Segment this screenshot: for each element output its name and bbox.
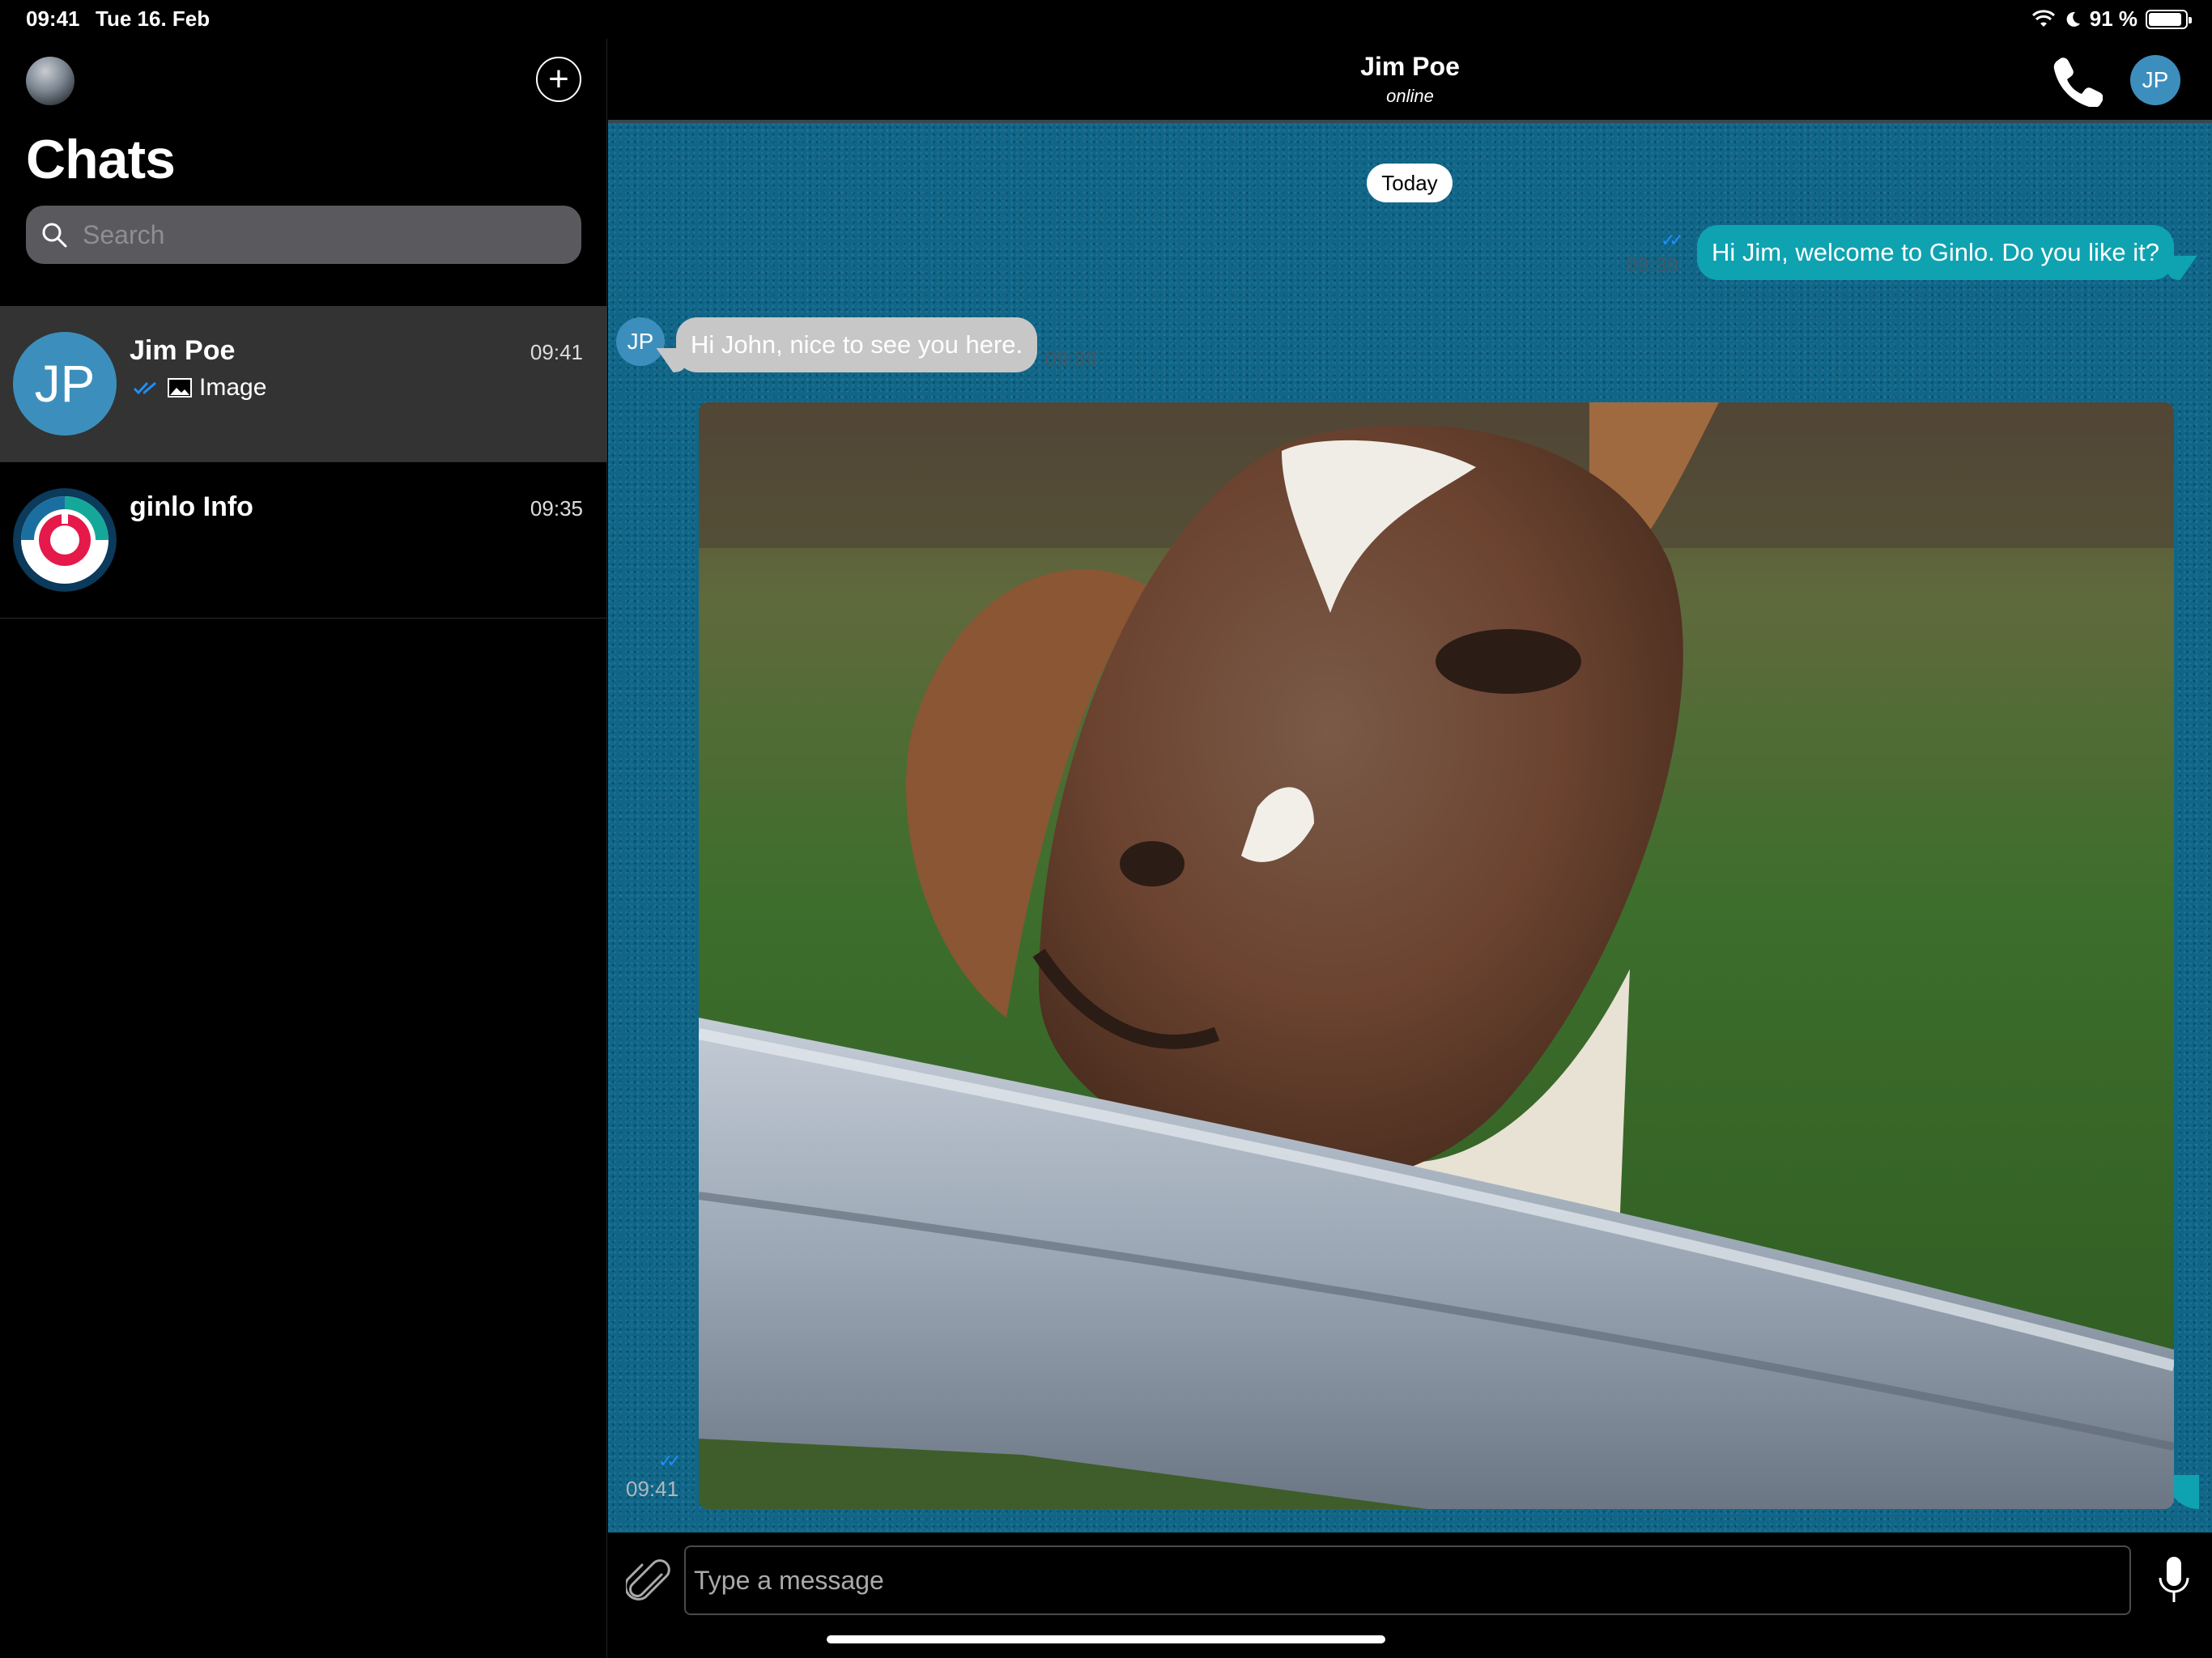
ginlo-logo-icon	[13, 488, 117, 592]
chat-name: ginlo Info	[130, 491, 253, 522]
chat-preview: Image	[133, 374, 266, 402]
message-list[interactable]: Today ✓✓ 09:39 Hi Jim, welcome to Ginlo.…	[608, 120, 2212, 1533]
status-bar: 09:41 Tue 16. Feb 91 %	[0, 0, 2212, 39]
sender-avatar: JP	[616, 317, 665, 366]
contact-avatar[interactable]: JP	[2130, 55, 2180, 105]
profile-avatar[interactable]	[26, 57, 74, 105]
chat-list-sidebar: + Chats JP Jim Poe 09:41 Image	[0, 39, 607, 1658]
paperclip-icon[interactable]	[626, 1557, 671, 1607]
message-time: 09:39	[1044, 346, 1098, 371]
battery-percent: 91 %	[2089, 6, 2138, 31]
avatar-initials: JP	[627, 329, 654, 354]
image-message[interactable]	[699, 402, 2174, 1509]
microphone-icon[interactable]	[2156, 1554, 2192, 1607]
wifi-icon	[2031, 9, 2055, 27]
chat-preview-text: Image	[199, 374, 267, 401]
moon-icon	[2066, 11, 2080, 27]
contact-name[interactable]: Jim Poe	[608, 52, 2212, 82]
chat-list-item-ginlo-info[interactable]: ginlo Info 09:35	[0, 462, 607, 619]
read-receipt-icon: ✓✓	[658, 1451, 682, 1471]
message-time: 09:41	[626, 1477, 679, 1501]
message-time: 09:39	[1626, 253, 1679, 277]
llama-photo	[699, 402, 2174, 1509]
status-date: Tue 16. Feb	[96, 6, 211, 31]
phone-call-icon[interactable]	[2049, 53, 2103, 107]
new-chat-button[interactable]: +	[536, 57, 581, 102]
date-separator: Today	[1367, 164, 1453, 202]
image-icon	[168, 378, 192, 397]
battery-icon	[2146, 9, 2192, 29]
read-receipt-icon: ✓✓	[1661, 230, 1684, 250]
double-check-icon	[133, 381, 156, 395]
home-indicator[interactable]	[827, 1635, 1385, 1643]
avatar-initials: JP	[2142, 67, 2169, 92]
avatar: JP	[13, 332, 117, 436]
chat-name: Jim Poe	[130, 335, 236, 366]
chat-time: 09:35	[530, 496, 583, 521]
page-title: Chats	[26, 129, 176, 190]
message-input[interactable]	[684, 1545, 2131, 1615]
message-bubble-incoming[interactable]: Hi John, nice to see you here.	[676, 317, 1038, 372]
search-bar[interactable]	[26, 206, 581, 264]
contact-status: online	[1386, 86, 1434, 106]
search-input[interactable]	[83, 219, 552, 250]
plus-icon: +	[548, 59, 569, 99]
chat-time: 09:41	[530, 340, 583, 364]
search-icon	[42, 223, 67, 248]
conversation-header: Jim Poe online JP	[608, 39, 2212, 120]
message-bubble-outgoing[interactable]: Hi Jim, welcome to Ginlo. Do you like it…	[1697, 225, 2175, 280]
status-time: 09:41	[26, 6, 80, 31]
chat-list-item-jim-poe[interactable]: JP Jim Poe 09:41 Image	[0, 306, 607, 462]
avatar-initials: JP	[34, 355, 96, 413]
status-right: 91 %	[2031, 6, 2192, 32]
